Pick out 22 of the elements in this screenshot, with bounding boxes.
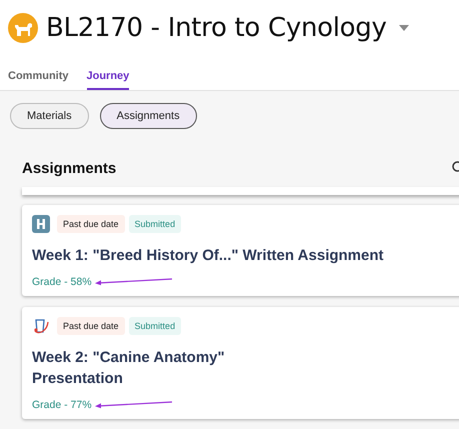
course-title: BL2170 - Intro to Cynology [46,13,387,43]
caret-icon[interactable] [398,25,409,31]
presentation-icon [32,317,50,335]
arrow-icon [94,401,174,409]
arrow-icon [94,278,174,286]
dog-logo-icon [8,13,38,43]
status-tag: Past due date [57,215,125,233]
status-tag: Past due date [57,317,125,335]
section-title: Assignments [22,160,116,176]
status-tag: Submitted [128,215,182,233]
status-tag: Submitted [128,317,182,335]
tab[interactable]: Journey [86,70,130,90]
assignment-card[interactable]: Past due date Submitted Week 1: "Breed History Of..." Written Assignment Grade - 58% [22,205,459,296]
h-letter-icon [32,215,50,233]
grade-text: Grade - 77% [32,399,92,411]
assignment-title: Week 2: "Canine Anatomy" Presentation [32,348,226,389]
filter-button[interactable]: Materials [10,103,89,129]
grade-text: Grade - 58% [32,276,92,288]
tab[interactable]: Community [8,70,68,90]
assignment-title: Week 1: "Breed History Of..." Written Assignment [32,246,385,266]
assignment-card[interactable]: Past due date Submitted Week 2: "Canine Anatomy" Presentation Grade - 77% [22,307,459,419]
filter-button[interactable]: Assignments [100,103,197,129]
